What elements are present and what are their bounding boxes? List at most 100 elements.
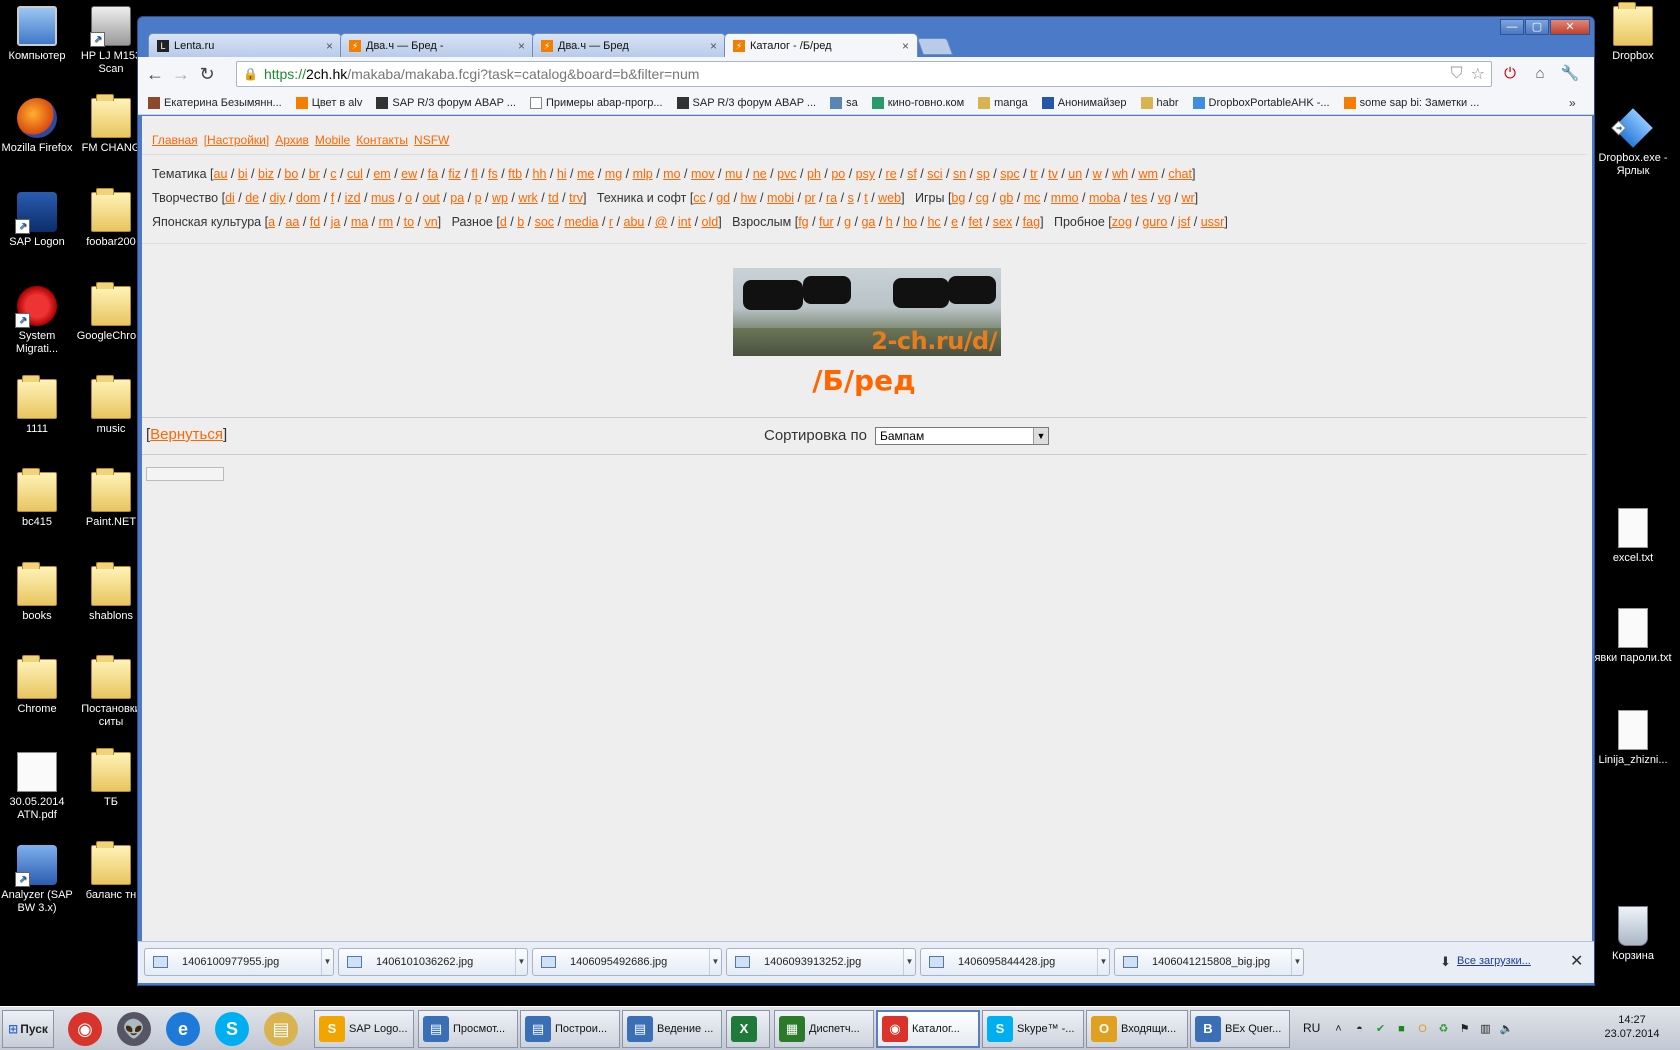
board-link[interactable]: web xyxy=(878,191,901,205)
bookmark-item[interactable]: Цвет в alv xyxy=(295,96,362,109)
desktop-icon[interactable]: Корзина xyxy=(1594,906,1672,963)
board-link[interactable]: sf xyxy=(907,167,917,181)
desktop-icon[interactable]: явки пароли.txt xyxy=(1594,608,1672,665)
taskbar-button[interactable]: ▦ Диспетч... xyxy=(774,1010,874,1048)
topnav-link[interactable]: Архив xyxy=(275,133,309,147)
board-link[interactable]: moba xyxy=(1089,191,1120,205)
desktop-icon[interactable]: SAP Logon xyxy=(0,192,76,249)
tab-close-icon[interactable]: × xyxy=(902,39,909,53)
board-link[interactable]: abu xyxy=(624,215,645,229)
close-downloads-icon[interactable]: ✕ xyxy=(1570,951,1583,971)
extension-icon[interactable]: ⌂ xyxy=(1530,64,1550,84)
desktop-icon[interactable]: System Migrati... xyxy=(0,286,76,356)
desktop-icon[interactable]: Dropbox xyxy=(1594,2,1672,63)
tab-4[interactable]: ⚡ Каталог - /Б/ред × xyxy=(724,33,918,58)
board-link[interactable]: tv xyxy=(1048,167,1058,181)
topnav-link[interactable]: NSFW xyxy=(414,133,449,147)
board-link[interactable]: soc xyxy=(535,215,554,229)
board-link[interactable]: t xyxy=(864,191,867,205)
explorer-icon[interactable]: ▤ xyxy=(264,1012,298,1046)
download-item[interactable]: 1406095844428.jpg ▼ xyxy=(920,948,1110,976)
board-link[interactable]: mc xyxy=(1024,191,1041,205)
tab-1[interactable]: L Lenta.ru × xyxy=(148,33,342,57)
board-link[interactable]: r xyxy=(609,215,613,229)
download-item[interactable]: 1406101036262.jpg ▼ xyxy=(338,948,528,976)
desktop-icon[interactable]: books xyxy=(0,562,76,623)
sound-icon[interactable]: 🔈 xyxy=(1498,1021,1515,1038)
board-link[interactable]: mu xyxy=(725,167,742,181)
board-link[interactable]: mobi xyxy=(767,191,794,205)
board-link[interactable]: sn xyxy=(953,167,966,181)
board-link[interactable]: sci xyxy=(927,167,942,181)
board-link[interactable]: hi xyxy=(557,167,567,181)
download-item[interactable]: 1406093913252.jpg ▼ xyxy=(726,948,916,976)
board-link[interactable]: sp xyxy=(977,167,990,181)
close-window-button[interactable]: ✕ xyxy=(1550,19,1590,35)
board-link[interactable]: ja xyxy=(331,215,341,229)
back-arrow-icon[interactable]: ← xyxy=(142,64,168,84)
board-link[interactable]: cul xyxy=(347,167,363,181)
board-link[interactable]: mmo xyxy=(1051,191,1079,205)
taskbar-button[interactable]: ▤ Построи... xyxy=(520,1010,620,1048)
board-link[interactable]: w xyxy=(1093,167,1102,181)
bookmark-item[interactable]: Екатерина Безымянн... xyxy=(148,96,282,109)
board-link[interactable]: fet xyxy=(968,215,982,229)
chevron-down-icon[interactable]: ▼ xyxy=(321,949,333,975)
board-link[interactable]: ph xyxy=(807,167,821,181)
board-link[interactable]: c xyxy=(330,167,336,181)
chevron-down-icon[interactable]: ▼ xyxy=(903,949,915,975)
language-indicator[interactable]: RU xyxy=(1303,1021,1320,1035)
board-link[interactable]: mus xyxy=(371,191,395,205)
board-link[interactable]: fa xyxy=(428,167,438,181)
board-link[interactable]: old xyxy=(702,215,719,229)
chevron-up-icon[interactable]: ˄ xyxy=(1330,1021,1347,1038)
desktop-icon[interactable]: excel.txt xyxy=(1594,508,1672,565)
recycle-icon[interactable]: ♻ xyxy=(1435,1021,1452,1038)
bookmark-item[interactable]: habr xyxy=(1140,96,1179,109)
board-link[interactable]: sex xyxy=(993,215,1012,229)
board-link[interactable]: zog xyxy=(1112,215,1132,229)
topnav-link[interactable]: Главная xyxy=(152,133,198,147)
board-link[interactable]: f xyxy=(331,191,334,205)
board-link[interactable]: ftb xyxy=(508,167,522,181)
taskbar-button[interactable]: B BEx Quer... xyxy=(1190,1010,1290,1048)
board-link[interactable]: gd xyxy=(716,191,730,205)
board-link[interactable]: ne xyxy=(753,167,767,181)
wrench-icon[interactable]: 🔧 xyxy=(1560,64,1580,84)
outlook-icon[interactable]: O xyxy=(1414,1021,1431,1038)
board-link[interactable]: aa xyxy=(285,215,299,229)
desktop-icon[interactable]: Analyzer (SAP BW 3.x) xyxy=(0,845,76,915)
board-link[interactable]: spc xyxy=(1000,167,1019,181)
shield-icon[interactable]: ✔ xyxy=(1372,1021,1389,1038)
board-link[interactable]: b xyxy=(517,215,524,229)
tab-close-icon[interactable]: × xyxy=(518,39,525,53)
green-square-icon[interactable]: ■ xyxy=(1393,1021,1410,1038)
shield-icon[interactable]: ⛉ xyxy=(1451,65,1463,83)
board-link[interactable]: diy xyxy=(270,191,286,205)
board-link[interactable]: ussr xyxy=(1201,215,1225,229)
minimize-button[interactable]: — xyxy=(1500,19,1524,35)
bookmark-item[interactable]: SAP R/3 форум ABAP ... xyxy=(676,96,816,109)
board-link[interactable]: re xyxy=(886,167,897,181)
board-link[interactable]: cc xyxy=(693,191,706,205)
board-link[interactable]: em xyxy=(373,167,390,181)
board-link[interactable]: mov xyxy=(691,167,715,181)
desktop-icon[interactable]: Mozilla Firefox xyxy=(0,98,76,155)
board-link[interactable]: chat xyxy=(1168,167,1192,181)
download-item[interactable]: 1406095492686.jpg ▼ xyxy=(532,948,722,976)
board-link[interactable]: pa xyxy=(450,191,464,205)
board-link[interactable]: p xyxy=(475,191,482,205)
bookmark-item[interactable]: Анонимайзер xyxy=(1041,96,1127,109)
board-link[interactable]: rm xyxy=(379,215,394,229)
chevron-down-icon[interactable]: ▼ xyxy=(1097,949,1109,975)
board-link[interactable]: fl xyxy=(471,167,477,181)
board-link[interactable]: psy xyxy=(856,167,875,181)
board-link[interactable]: fg xyxy=(798,215,808,229)
board-link[interactable]: vn xyxy=(424,215,437,229)
board-link[interactable]: h xyxy=(886,215,893,229)
board-link[interactable]: wm xyxy=(1138,167,1157,181)
bookmark-item[interactable]: sa xyxy=(830,96,858,109)
board-link[interactable]: hh xyxy=(533,167,547,181)
bookmark-star-icon[interactable]: ☆ xyxy=(1471,64,1485,84)
bookmarks-overflow-icon[interactable]: » xyxy=(1569,96,1576,110)
